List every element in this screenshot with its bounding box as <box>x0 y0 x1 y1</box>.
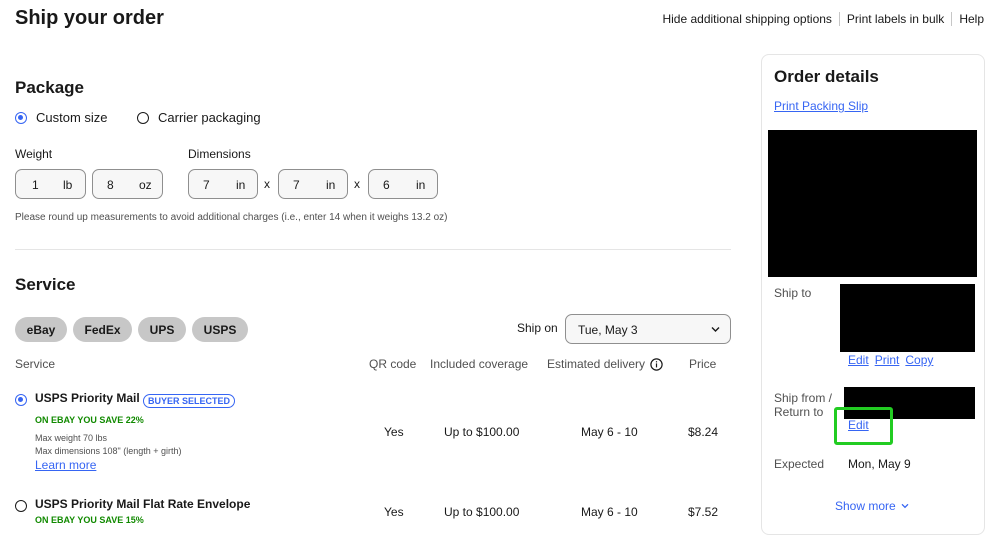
length-input[interactable]: 7 in <box>188 169 258 199</box>
ship-to-actions: Edit Print Copy <box>848 353 933 367</box>
col-delivery-label: Estimated delivery <box>547 357 646 371</box>
weight-oz-unit: oz <box>139 178 152 192</box>
hide-options-link[interactable]: Hide additional shipping options <box>662 12 831 26</box>
help-link[interactable]: Help <box>959 12 984 26</box>
divider <box>951 12 953 26</box>
carrier-chip-ebay[interactable]: eBay <box>15 317 67 342</box>
divider <box>838 12 840 26</box>
col-delivery: Estimated delivery <box>547 357 663 371</box>
weight-oz-value: 8 <box>107 178 114 192</box>
col-service: Service <box>15 357 56 371</box>
weight-lb-unit: lb <box>63 178 73 192</box>
radio-unselected-icon <box>137 111 149 124</box>
page-title: Ship your order <box>15 7 164 29</box>
print-bulk-link[interactable]: Print labels in bulk <box>847 12 944 26</box>
show-more-button[interactable]: Show more <box>835 499 909 513</box>
buyer-selected-badge: BUYER SELECTED <box>143 394 236 408</box>
detail-weight: Max weight 70 lbs <box>35 433 108 443</box>
radio-label: Custom size <box>36 110 108 125</box>
weight-oz-input[interactable]: 8 oz <box>92 169 163 199</box>
ship-on-label: Ship on <box>517 321 558 335</box>
delivery-row1: May 6 - 10 <box>581 425 638 439</box>
weight-label: Weight <box>15 147 53 161</box>
ship-on-select[interactable]: Tue, May 3 <box>565 314 731 344</box>
print-packing-slip-link[interactable]: Print Packing Slip <box>774 99 868 113</box>
height-value: 6 <box>383 178 390 192</box>
chevron-down-icon <box>901 503 909 509</box>
weight-lb-value: 1 <box>32 178 39 192</box>
service-title: Service <box>15 275 76 294</box>
coverage-row2: Up to $100.00 <box>444 505 520 519</box>
expected-label: Expected <box>774 457 825 471</box>
order-details-title: Order details <box>774 67 879 86</box>
width-value: 7 <box>293 178 300 192</box>
ship-to-print-link[interactable]: Print <box>875 353 900 367</box>
col-coverage: Included coverage <box>430 357 529 371</box>
dimensions-label: Dimensions <box>188 147 251 161</box>
info-icon[interactable] <box>650 357 663 371</box>
radio-selected-icon <box>15 111 27 124</box>
detail-dimensions: Max dimensions 108" (length + girth) <box>35 446 182 456</box>
times-sign: x <box>264 177 270 191</box>
price-row2: $7.52 <box>688 505 719 519</box>
service-radio-row2[interactable] <box>15 497 27 512</box>
service-name-row2: USPS Priority Mail Flat Rate Envelope <box>35 497 251 511</box>
height-unit: in <box>416 178 426 192</box>
carrier-chip-fedex[interactable]: FedEx <box>73 317 132 342</box>
edit-highlight-box <box>834 407 893 445</box>
delivery-row2: May 6 - 10 <box>581 505 638 519</box>
width-input[interactable]: 7 in <box>278 169 348 199</box>
width-unit: in <box>326 178 336 192</box>
qr-row2: Yes <box>384 505 404 519</box>
section-divider <box>15 249 731 250</box>
qr-row1: Yes <box>384 425 404 439</box>
weight-lb-input[interactable]: 1 lb <box>15 169 86 199</box>
service-radio-row1[interactable] <box>15 391 27 406</box>
coverage-row1: Up to $100.00 <box>444 425 520 439</box>
radio-carrier-packaging[interactable]: Carrier packaging <box>137 110 261 125</box>
col-price: Price <box>689 357 717 371</box>
price-row1: $8.24 <box>688 425 719 439</box>
chevron-down-icon <box>711 327 720 332</box>
rounding-note: Please round up measurements to avoid ad… <box>15 212 448 223</box>
save-text-row2: ON EBAY YOU SAVE 15% <box>35 515 144 525</box>
ship-on-value: Tue, May 3 <box>578 323 638 337</box>
ship-to-edit-link[interactable]: Edit <box>848 353 869 367</box>
return-to-label: Return to <box>774 405 824 419</box>
radio-label: Carrier packaging <box>158 110 261 125</box>
service-name-row1: USPS Priority Mail <box>35 391 140 405</box>
ship-to-label: Ship to <box>774 286 812 300</box>
top-links: Hide additional shipping options Print l… <box>662 12 984 26</box>
length-value: 7 <box>203 178 210 192</box>
carrier-chip-usps[interactable]: USPS <box>192 317 248 342</box>
learn-more-link[interactable]: Learn more <box>35 458 96 472</box>
radio-selected-icon <box>15 393 27 406</box>
redacted-ship-to-address <box>840 284 975 352</box>
times-sign: x <box>354 177 360 191</box>
carrier-chip-ups[interactable]: UPS <box>138 317 186 342</box>
radio-custom-size[interactable]: Custom size <box>15 110 108 125</box>
redacted-item-image <box>768 130 977 277</box>
ship-from-label: Ship from / <box>774 391 833 405</box>
radio-unselected-icon <box>15 499 27 512</box>
height-input[interactable]: 6 in <box>368 169 438 199</box>
expected-value: Mon, May 9 <box>848 457 911 471</box>
length-unit: in <box>236 178 246 192</box>
package-title: Package <box>15 78 84 97</box>
ship-to-copy-link[interactable]: Copy <box>905 353 933 367</box>
show-more-label: Show more <box>835 499 896 513</box>
save-text-row1: ON EBAY YOU SAVE 22% <box>35 415 144 425</box>
col-qr: QR code <box>369 357 417 371</box>
